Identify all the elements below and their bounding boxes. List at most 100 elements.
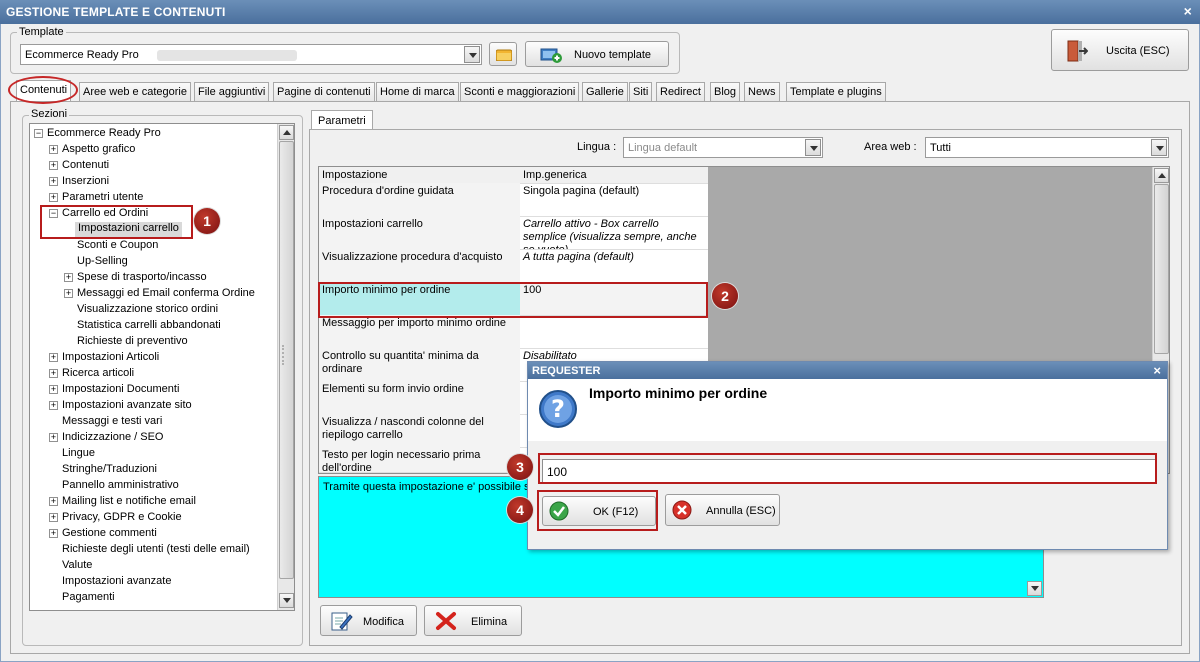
scroll-down-icon[interactable] bbox=[279, 593, 294, 608]
tree-item[interactable]: Inserzioni bbox=[62, 175, 109, 190]
scroll-thumb[interactable] bbox=[1154, 184, 1169, 354]
tree-item[interactable]: Stringhe/Traduzioni bbox=[62, 463, 157, 478]
tree-item[interactable]: Messaggi e testi vari bbox=[62, 415, 162, 430]
expand-icon[interactable]: + bbox=[49, 433, 58, 442]
expand-icon[interactable]: + bbox=[49, 385, 58, 394]
tab-blog[interactable]: Blog bbox=[710, 82, 741, 101]
grid-cell-setting[interactable]: Messaggio per importo minimo ordine bbox=[319, 315, 520, 349]
expand-icon[interactable]: + bbox=[49, 401, 58, 410]
elimina-button[interactable]: Elimina bbox=[424, 605, 522, 636]
grid-cell-setting[interactable]: Controllo su quantita' minima da ordinar… bbox=[319, 348, 520, 382]
scroll-up-icon[interactable] bbox=[279, 125, 294, 140]
expand-icon[interactable]: + bbox=[49, 145, 58, 154]
tree-scrollbar[interactable] bbox=[277, 124, 294, 610]
tree-item[interactable]: Valute bbox=[62, 559, 92, 574]
expand-icon[interactable]: + bbox=[64, 289, 73, 298]
grid-cell-value[interactable]: Carrello attivo - Box carrello semplice … bbox=[520, 216, 708, 250]
tab-aree-web[interactable]: Aree web e categorie bbox=[79, 82, 191, 101]
annotation-badge-1: 1 bbox=[194, 208, 220, 234]
chevron-down-icon[interactable] bbox=[1151, 139, 1167, 156]
grid-cell-setting[interactable]: Visualizzazione procedura d'acquisto bbox=[319, 249, 520, 283]
scroll-down-icon[interactable] bbox=[1027, 581, 1042, 596]
cancel-icon bbox=[672, 500, 692, 520]
tree-item[interactable]: Gestione commenti bbox=[62, 527, 157, 542]
tab-file-aggiuntivi[interactable]: File aggiuntivi bbox=[194, 82, 270, 101]
description-text: Tramite questa impostazione e' possibile… bbox=[323, 481, 536, 493]
grid-cell-setting[interactable]: Procedura d'ordine guidata bbox=[319, 183, 520, 217]
template-folder-button[interactable] bbox=[489, 42, 517, 66]
scroll-up-icon[interactable] bbox=[1154, 168, 1169, 183]
grid-cell-value[interactable]: A tutta pagina (default) bbox=[520, 249, 708, 283]
tree-item[interactable]: Impostazioni Documenti bbox=[62, 383, 179, 398]
annotation-badge-3: 3 bbox=[507, 454, 533, 480]
chevron-down-icon[interactable] bbox=[805, 139, 821, 156]
grid-cell-setting[interactable]: Visualizza / nascondi colonne del riepil… bbox=[319, 414, 520, 448]
expand-icon[interactable]: + bbox=[64, 273, 73, 282]
tree-item[interactable]: Impostazioni Articoli bbox=[62, 351, 159, 366]
tree-item[interactable]: Sconti e Coupon bbox=[77, 239, 158, 254]
expand-icon[interactable]: + bbox=[49, 353, 58, 362]
dialog-cancel-button[interactable]: Annulla (ESC) bbox=[665, 494, 780, 526]
splitter-grip[interactable] bbox=[282, 345, 286, 365]
expand-icon[interactable]: + bbox=[49, 177, 58, 186]
modifica-button[interactable]: Modifica bbox=[320, 605, 417, 636]
tree-item[interactable]: Indicizzazione / SEO bbox=[62, 431, 164, 446]
tree-item[interactable]: Privacy, GDPR e Cookie bbox=[62, 511, 182, 526]
tree-item[interactable]: Messaggi ed Email conferma Ordine bbox=[77, 287, 255, 302]
tree-item[interactable]: Contenuti bbox=[62, 159, 109, 174]
lingua-label: Lingua : bbox=[577, 141, 617, 153]
window-close-button[interactable]: × bbox=[1184, 3, 1192, 19]
expand-icon[interactable]: + bbox=[49, 529, 58, 538]
tree-item[interactable]: Richieste di preventivo bbox=[77, 335, 188, 350]
grid-cell-setting[interactable]: Testo per login necessario prima dell'or… bbox=[319, 447, 520, 473]
tree-item[interactable]: Impostazioni avanzate bbox=[62, 575, 171, 590]
tab-home-marca[interactable]: Home di marca bbox=[376, 82, 459, 101]
sections-tree[interactable]: − Ecommerce Ready Pro + Aspetto grafico … bbox=[29, 123, 295, 611]
new-template-button[interactable]: Nuovo template bbox=[525, 41, 669, 67]
tree-item[interactable]: Mailing list e notifiche email bbox=[62, 495, 196, 510]
grid-cell-value[interactable] bbox=[520, 315, 708, 349]
collapse-icon[interactable]: − bbox=[34, 129, 43, 138]
modifica-label: Modifica bbox=[363, 616, 404, 628]
tab-pagine-contenuti[interactable]: Pagine di contenuti bbox=[273, 82, 375, 101]
tree-item[interactable]: Aspetto grafico bbox=[62, 143, 135, 158]
tab-news[interactable]: News bbox=[744, 82, 780, 101]
tree-item[interactable]: Visualizzazione storico ordini bbox=[77, 303, 218, 318]
tree-item[interactable]: Ricerca articoli bbox=[62, 367, 134, 382]
tree-item[interactable]: Spese di trasporto/incasso bbox=[77, 271, 207, 286]
tree-item[interactable]: Lingue bbox=[62, 447, 95, 462]
tree-item[interactable]: Up-Selling bbox=[77, 255, 128, 270]
tab-redirect[interactable]: Redirect bbox=[656, 82, 705, 101]
dialog-title-bar: REQUESTER × bbox=[528, 362, 1167, 379]
lingua-select[interactable]: Lingua default bbox=[623, 137, 823, 158]
expand-icon[interactable]: + bbox=[49, 161, 58, 170]
expand-icon[interactable]: + bbox=[49, 513, 58, 522]
area-web-select[interactable]: Tutti bbox=[925, 137, 1169, 158]
annotation-ellipse bbox=[8, 76, 78, 104]
annotation-badge-4: 4 bbox=[507, 497, 533, 523]
add-template-icon bbox=[540, 48, 562, 63]
tree-item[interactable]: Pannello amministrativo bbox=[62, 479, 179, 494]
tab-parametri[interactable]: Parametri bbox=[311, 110, 373, 130]
exit-button[interactable]: Uscita (ESC) bbox=[1051, 29, 1189, 71]
grid-cell-setting[interactable]: Elementi su form invio ordine bbox=[319, 381, 520, 415]
dialog-close-button[interactable]: × bbox=[1153, 363, 1161, 378]
grid-cell-value[interactable]: Singola pagina (default) bbox=[520, 183, 708, 217]
expand-icon[interactable]: + bbox=[49, 497, 58, 506]
tab-template-plugins[interactable]: Template e plugins bbox=[786, 82, 886, 101]
tab-siti[interactable]: Siti bbox=[629, 82, 653, 101]
expand-icon[interactable]: + bbox=[49, 369, 58, 378]
tree-item[interactable]: Richieste degli utenti (testi delle emai… bbox=[62, 543, 250, 558]
tree-item[interactable]: Parametri utente bbox=[62, 191, 143, 206]
dialog-header: ? Importo minimo per ordine bbox=[528, 379, 1167, 441]
tab-gallerie[interactable]: Gallerie bbox=[582, 82, 628, 101]
tree-item[interactable]: Ecommerce Ready Pro bbox=[47, 127, 161, 142]
chevron-down-icon[interactable] bbox=[464, 46, 480, 63]
tab-sconti[interactable]: Sconti e maggiorazioni bbox=[460, 82, 580, 101]
grid-cell-setting[interactable]: Impostazioni carrello bbox=[319, 216, 520, 250]
tree-item[interactable]: Pagamenti bbox=[62, 591, 115, 606]
tree-item[interactable]: Statistica carrelli abbandonati bbox=[77, 319, 221, 334]
template-select[interactable]: Ecommerce Ready Pro bbox=[20, 44, 482, 65]
tree-item[interactable]: Impostazioni avanzate sito bbox=[62, 399, 192, 414]
expand-icon[interactable]: + bbox=[49, 193, 58, 202]
